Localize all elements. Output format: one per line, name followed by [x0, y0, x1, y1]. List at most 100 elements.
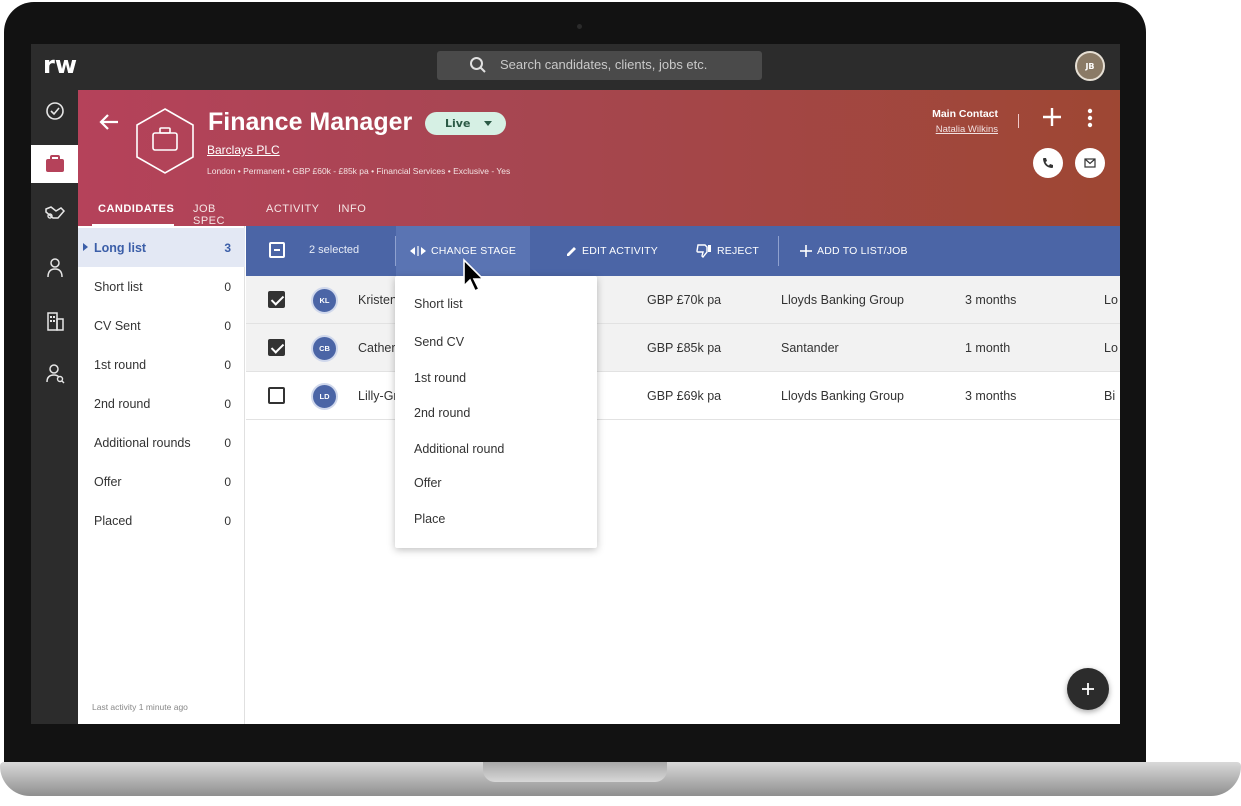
stage-label: Offer — [94, 475, 122, 489]
briefcase-icon — [45, 155, 64, 172]
tab-activity[interactable]: ACTIVITY — [266, 203, 320, 215]
chevron-down-icon — [484, 121, 492, 126]
deselect-all-checkbox[interactable] — [269, 242, 285, 258]
menu-item-place[interactable]: Place — [414, 512, 445, 526]
stage-item[interactable]: 2nd round 0 — [78, 384, 245, 423]
stage-item[interactable]: Additional rounds 0 — [78, 423, 245, 462]
add-icon[interactable] — [1041, 106, 1063, 128]
location-cell: Bi — [1104, 389, 1116, 403]
nav-candidates[interactable] — [31, 249, 78, 287]
laptop-frame: rw Search candidates, clients, jobs etc.… — [0, 0, 1241, 806]
stage-item[interactable]: Offer 0 — [78, 462, 245, 501]
menu-item-short-list[interactable]: Short list — [414, 297, 463, 311]
row-checkbox[interactable] — [268, 387, 285, 404]
notice-cell: 1 month — [965, 341, 1011, 355]
nav-clients[interactable] — [31, 302, 78, 340]
caret-right-icon — [83, 243, 88, 251]
reject-label: REJECT — [717, 245, 760, 257]
page-title: Finance Manager — [208, 108, 413, 136]
menu-item-2nd-round[interactable]: 2nd round — [414, 406, 470, 420]
stage-count: 0 — [224, 358, 231, 372]
nav-jobs[interactable] — [31, 145, 78, 183]
table-row[interactable]: CB Cather GBP £85k pa Santander 1 month … — [246, 324, 1120, 372]
thumbs-down-icon — [696, 244, 711, 258]
avatar: CB — [311, 335, 338, 362]
call-button[interactable] — [1033, 148, 1063, 178]
candidate-name[interactable]: Lilly-Gr — [358, 389, 398, 403]
company-cell: Lloyds Banking Group — [781, 293, 904, 307]
header-divider — [1018, 114, 1019, 128]
stage-item[interactable]: 1st round 0 — [78, 345, 245, 384]
nav-contacts[interactable] — [31, 354, 78, 392]
salary-cell: GBP £69k pa — [647, 389, 722, 403]
tab-candidates[interactable]: CANDIDATES — [98, 203, 174, 215]
app-screen: rw Search candidates, clients, jobs etc.… — [31, 44, 1120, 724]
stage-item[interactable]: Short list 0 — [78, 267, 245, 306]
check-circle-icon — [45, 102, 64, 120]
tab-info[interactable]: INFO — [338, 203, 366, 215]
app-logo[interactable]: rw — [43, 51, 77, 79]
menu-item-offer[interactable]: Offer — [414, 476, 442, 490]
table-row[interactable]: KL Kristen GBP £70k pa Lloyds Banking Gr… — [246, 276, 1120, 324]
company-link[interactable]: Barclays PLC — [207, 143, 280, 157]
avatar: KL — [311, 287, 338, 314]
avatar: LD — [311, 383, 338, 410]
handshake-icon — [44, 206, 65, 219]
stage-count: 3 — [224, 241, 231, 255]
contact-search-icon — [45, 364, 64, 384]
stage-item[interactable]: Placed 0 — [78, 501, 245, 540]
salary-cell: GBP £85k pa — [647, 341, 722, 355]
candidate-icon — [46, 258, 63, 278]
user-avatar[interactable]: JB — [1075, 51, 1105, 81]
selection-count: 2 selected — [309, 244, 360, 256]
stage-item[interactable]: CV Sent 0 — [78, 306, 245, 345]
location-cell: Lo — [1104, 341, 1118, 355]
stage-label: CV Sent — [94, 319, 141, 333]
plus-icon — [1082, 683, 1094, 695]
company-cell: Lloyds Banking Group — [781, 389, 904, 403]
table-row[interactable]: LD Lilly-Gr GBP £69k pa Lloyds Banking G… — [246, 372, 1120, 420]
reject-button[interactable]: REJECT — [696, 226, 759, 276]
add-fab-button[interactable] — [1067, 668, 1109, 710]
stage-label: Long list — [94, 241, 147, 255]
edit-activity-button[interactable]: EDIT ACTIVITY — [566, 226, 658, 276]
email-button[interactable] — [1075, 148, 1105, 178]
row-checkbox[interactable] — [268, 291, 285, 308]
search-placeholder: Search candidates, clients, jobs etc. — [500, 57, 708, 72]
menu-item-1st-round[interactable]: 1st round — [414, 371, 466, 385]
candidate-name[interactable]: Cather — [358, 341, 396, 355]
change-stage-icon — [410, 246, 426, 256]
search-input[interactable]: Search candidates, clients, jobs etc. — [437, 51, 762, 80]
stage-count: 0 — [224, 475, 231, 489]
stage-label: Short list — [94, 280, 143, 294]
stage-label: Additional rounds — [94, 436, 191, 450]
notice-cell: 3 months — [965, 293, 1017, 307]
nav-tasks[interactable] — [31, 92, 78, 130]
status-dropdown[interactable]: Live — [425, 112, 506, 135]
bulk-action-bar: 2 selected CHANGE STAGE EDIT ACTIVITY RE… — [246, 226, 1120, 276]
laptop-notch — [483, 762, 667, 782]
camera — [577, 24, 582, 29]
add-to-list-button[interactable]: ADD TO LIST/JOB — [800, 226, 908, 276]
stage-list: Long list 3 Short list 0 CV Sent 0 1st r… — [78, 226, 245, 724]
stage-label: 1st round — [94, 358, 147, 372]
stage-count: 0 — [224, 319, 231, 333]
plus-icon — [800, 245, 812, 257]
tab-job-spec[interactable]: JOB SPEC — [193, 203, 225, 227]
nav-placements[interactable] — [31, 194, 78, 232]
main-contact-label: Main Contact — [932, 108, 998, 120]
stage-item[interactable]: Long list 3 — [78, 228, 245, 267]
back-arrow-icon[interactable] — [98, 112, 120, 132]
status-label: Live — [445, 117, 471, 130]
main-contact-link[interactable]: Natalia Wilkins — [908, 124, 998, 135]
menu-item-additional-round[interactable]: Additional round — [414, 442, 504, 456]
edit-activity-label: EDIT ACTIVITY — [582, 245, 658, 257]
more-options-icon[interactable] — [1087, 108, 1093, 128]
menu-item-send-cv[interactable]: Send CV — [414, 335, 464, 349]
mail-icon — [1084, 158, 1096, 168]
stage-count: 0 — [224, 436, 231, 450]
row-checkbox[interactable] — [268, 339, 285, 356]
nav-rail — [31, 90, 78, 724]
location-cell: Lo — [1104, 293, 1118, 307]
candidate-name[interactable]: Kristen — [358, 293, 397, 307]
